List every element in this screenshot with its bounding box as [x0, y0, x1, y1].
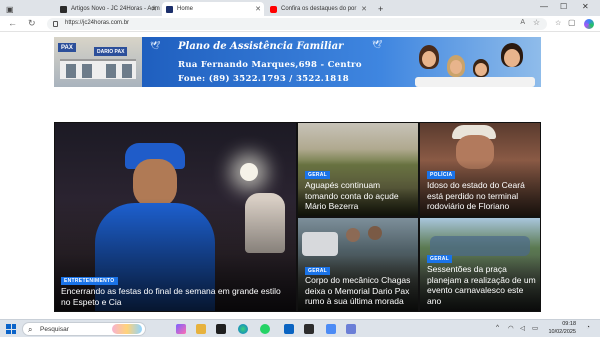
news-card-aguapes[interactable]: Geral Aguapés continuam tomando conta do…	[298, 123, 418, 216]
vehicle-shape	[302, 232, 338, 256]
category-badge[interactable]: Entretenimento	[61, 277, 118, 285]
widgets-icon[interactable]	[216, 324, 226, 334]
tab-favicon-icon	[166, 5, 173, 13]
person-shape	[346, 228, 360, 242]
news-headline[interactable]: Idoso do estado do Ceará está perdido no…	[427, 180, 537, 212]
family-photo	[415, 43, 535, 87]
file-explorer-icon[interactable]	[196, 324, 206, 334]
tab-youtube[interactable]: Confira os destaques do por ✕	[266, 2, 370, 16]
tab-home[interactable]: Home ✕	[162, 2, 264, 16]
whatsapp-icon[interactable]	[260, 324, 270, 334]
news-headline[interactable]: Corpo do mecânico Chagas deixa o Memoria…	[305, 275, 415, 307]
tab-title: Artigos Novo - JC 24Horas - Adm	[71, 6, 160, 12]
advertisement-banner[interactable]: PAX DARIO PAX 🕊 🕊 Plano de Assistência F…	[54, 37, 541, 87]
search-placeholder: Pesquisar	[40, 326, 69, 333]
windows-start-icon[interactable]	[6, 324, 16, 334]
tab-artigos[interactable]: Artigos Novo - JC 24Horas - Adm ✕	[56, 2, 160, 16]
tab-title: Confira os destaques do por	[281, 6, 357, 12]
tab-favicon-icon	[60, 5, 67, 13]
news-headline[interactable]: Aguapés continuam tomando conta do açude…	[305, 180, 413, 212]
favorites-icon[interactable]: ☆	[555, 19, 561, 27]
wifi-icon[interactable]: ◠	[508, 324, 514, 332]
chevron-up-icon[interactable]: ^	[496, 324, 499, 331]
tab-close-icon[interactable]: ✕	[255, 5, 261, 13]
store-icon[interactable]	[326, 324, 336, 334]
person-shape	[368, 226, 382, 240]
category-badge[interactable]: Geral	[305, 267, 330, 275]
copilot-icon[interactable]	[584, 19, 594, 29]
clock-date: 10/02/2025	[548, 328, 576, 335]
tab-title: Home	[177, 6, 194, 12]
youtube-icon	[270, 5, 277, 13]
collections-icon[interactable]: ▢	[568, 18, 576, 27]
browser-tab-strip: ▣ Artigos Novo - JC 24Horas - Adm ✕ Home…	[0, 0, 600, 16]
banner-address: Rua Fernando Marques,698 - Centro	[178, 60, 362, 70]
news-headline[interactable]: Encerrando as festas do final de semana …	[61, 286, 289, 307]
search-highlight-image	[112, 324, 142, 334]
tab-actions-icon: ▣	[6, 4, 14, 14]
news-card-corpo[interactable]: Geral Corpo do mecânico Chagas deixa o M…	[298, 218, 418, 311]
tab-workspaces-icon[interactable]: ▣	[2, 2, 52, 16]
category-badge[interactable]: Geral	[427, 255, 452, 263]
storefront	[60, 59, 136, 79]
windows-taskbar: ⌕ Pesquisar ^ ◠ ◁ ▭ 09:18 10/02/2025 ◔	[0, 319, 600, 337]
news-card-idoso[interactable]: Polícia Idoso do estado do Ceará está pe…	[420, 123, 540, 216]
maximize-button[interactable]: ☐	[560, 2, 567, 11]
edge-icon[interactable]	[238, 324, 248, 334]
taskbar-search-input[interactable]: ⌕ Pesquisar	[22, 322, 146, 336]
settings-icon[interactable]	[346, 324, 356, 334]
tab-close-icon[interactable]: ✕	[151, 5, 157, 13]
new-tab-button[interactable]: +	[374, 2, 388, 16]
dove-icon: 🕊	[150, 41, 161, 50]
url-text: https://jc24horas.com.br	[65, 20, 130, 26]
store-photo: PAX DARIO PAX	[54, 37, 142, 87]
speaker-icon[interactable]: ◁	[520, 324, 525, 332]
clock-time: 09:18	[562, 321, 576, 327]
system-clock[interactable]: 09:18 10/02/2025	[548, 321, 576, 336]
search-icon: ⌕	[28, 325, 33, 334]
category-badge[interactable]: Polícia	[427, 171, 456, 179]
back-icon[interactable]: ←	[8, 18, 17, 28]
notification-bell-icon[interactable]: ◔	[586, 324, 590, 331]
read-aloud-icon[interactable]: A	[520, 19, 525, 26]
tab-close-icon[interactable]: ✕	[361, 5, 367, 13]
battery-icon[interactable]: ▭	[532, 324, 538, 332]
news-headline[interactable]: Sessentões da praça planejam a realizaçã…	[427, 264, 539, 306]
stage-light	[240, 163, 258, 181]
copilot-taskbar-icon[interactable]	[176, 324, 186, 334]
lock-icon	[53, 21, 58, 27]
banner-title: Plano de Assistência Familiar	[178, 41, 344, 52]
address-bar[interactable]: https://jc24horas.com.br A ☆	[47, 18, 547, 30]
banner-phone: Fone: (89) 3522.1793 / 3522.1818	[178, 74, 349, 84]
favorite-star-icon[interactable]: ☆	[533, 18, 540, 27]
store-sign-right: DARIO PAX	[94, 47, 128, 56]
app-icon[interactable]	[304, 324, 314, 334]
news-card-sessentoes[interactable]: Geral Sessentões da praça planejam a rea…	[420, 218, 540, 311]
crowd-shape	[430, 236, 530, 256]
close-window-button[interactable]: ✕	[582, 2, 589, 11]
browser-toolbar: ← ↻ https://jc24horas.com.br A ☆ ☆ ▢	[0, 16, 600, 32]
category-badge[interactable]: Geral	[305, 171, 330, 179]
outlook-icon[interactable]	[284, 324, 294, 334]
dove-icon: 🕊	[372, 40, 383, 49]
minimize-button[interactable]: —	[540, 2, 548, 11]
refresh-icon[interactable]: ↻	[28, 18, 36, 29]
store-sign-left: PAX	[58, 43, 76, 52]
news-card-featured[interactable]: Entretenimento Encerrando as festas do f…	[55, 123, 296, 311]
banner-content: 🕊 🕊 Plano de Assistência Familiar Rua Fe…	[142, 37, 541, 87]
featured-news-grid: Entretenimento Encerrando as festas do f…	[54, 122, 541, 312]
